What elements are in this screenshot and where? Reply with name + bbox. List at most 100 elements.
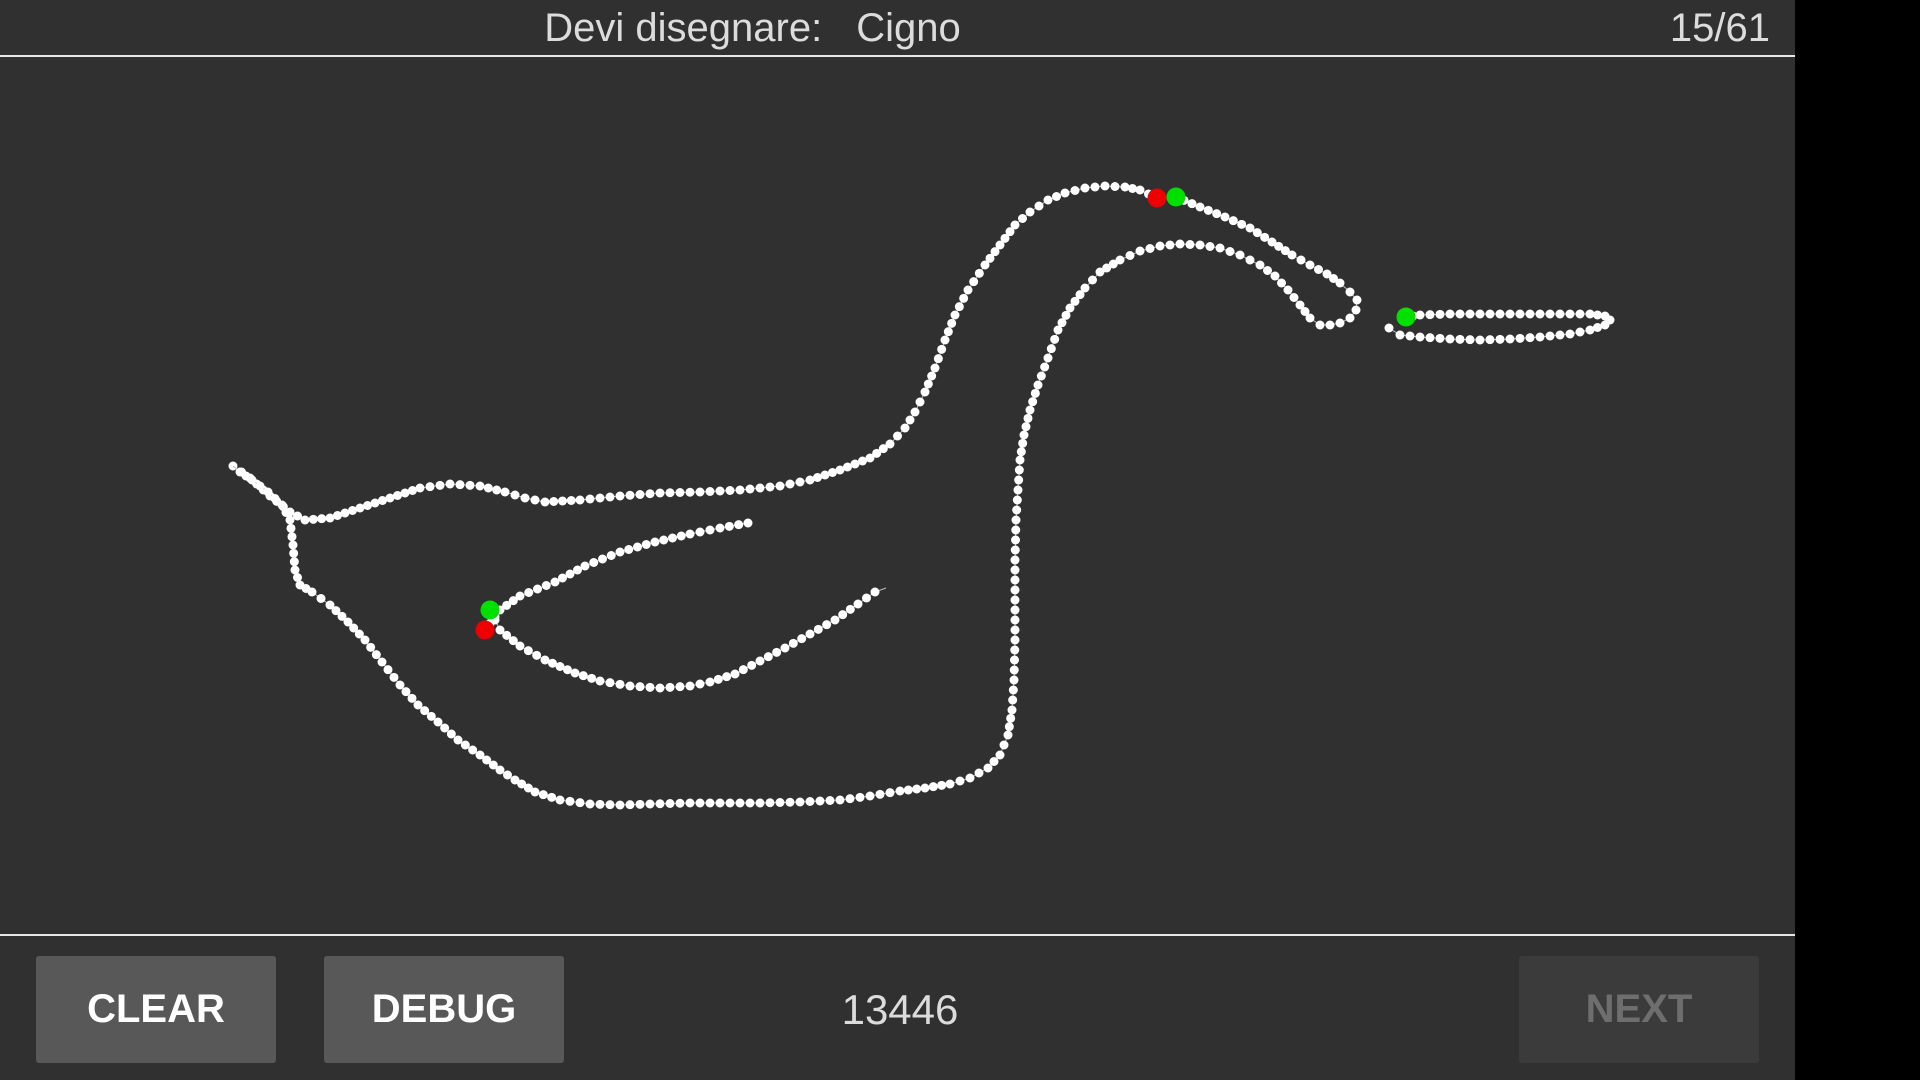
stroke-point xyxy=(775,798,785,807)
stroke-point xyxy=(795,477,805,487)
stroke-point xyxy=(1010,585,1020,595)
stroke-point xyxy=(492,485,502,495)
header-bar: Devi disegnare: Cigno 15/61 xyxy=(0,0,1795,57)
stroke-point xyxy=(853,599,863,609)
stroke-point xyxy=(377,657,387,667)
stroke-point xyxy=(1245,255,1255,265)
stroke-point xyxy=(366,642,376,652)
stroke-point xyxy=(585,494,595,504)
stroke-point xyxy=(893,431,902,441)
stroke-point xyxy=(1205,242,1215,251)
stroke-point xyxy=(289,557,299,567)
stroke-point xyxy=(555,795,565,805)
stroke-point xyxy=(1485,309,1495,319)
stroke-point xyxy=(765,482,775,492)
stroke-point xyxy=(1012,495,1022,505)
stroke-point xyxy=(641,540,651,549)
stroke-point xyxy=(788,638,798,648)
stroke-start-marker xyxy=(480,600,500,620)
stroke-point xyxy=(308,514,318,524)
stroke-point xyxy=(705,525,715,535)
stroke-point xyxy=(1010,615,1020,625)
stroke-end-marker xyxy=(1147,188,1167,208)
stroke-point xyxy=(570,668,580,678)
stroke-point xyxy=(1010,575,1020,585)
stroke-point xyxy=(1175,239,1185,249)
stroke-point xyxy=(524,588,534,597)
stroke-point xyxy=(549,497,559,506)
stroke-point xyxy=(724,521,734,531)
stroke-point xyxy=(715,798,725,808)
stroke-point xyxy=(289,548,299,558)
stroke-point xyxy=(1010,595,1020,605)
stroke-point xyxy=(835,795,845,805)
stroke-point xyxy=(685,798,695,808)
stroke-point xyxy=(290,565,300,575)
stroke-point xyxy=(943,327,953,337)
stroke-point xyxy=(1555,309,1565,319)
stroke-point xyxy=(523,646,533,656)
next-button[interactable]: NEXT xyxy=(1519,956,1759,1063)
stroke-point xyxy=(927,371,937,381)
stroke-point xyxy=(947,318,957,328)
stroke-point xyxy=(745,798,755,808)
stroke-point xyxy=(1335,278,1345,288)
stroke-point xyxy=(1010,605,1020,615)
stroke-point xyxy=(963,285,973,295)
stroke-point xyxy=(1545,309,1555,319)
stroke-point xyxy=(625,800,635,810)
stroke-point xyxy=(1295,300,1305,310)
stroke-point xyxy=(755,483,765,493)
stroke-point xyxy=(1046,344,1056,354)
stroke-point xyxy=(558,496,567,506)
drawing-canvas[interactable] xyxy=(0,57,1795,934)
stroke-point xyxy=(1088,275,1097,285)
stroke-point xyxy=(605,678,615,688)
stroke-point xyxy=(675,798,685,808)
stroke-point xyxy=(1565,309,1575,319)
stroke-point xyxy=(510,490,520,500)
stroke-point xyxy=(435,480,445,490)
stroke-point xyxy=(743,518,753,528)
stroke-point xyxy=(1195,202,1205,212)
stroke-point xyxy=(675,682,685,692)
stroke-point xyxy=(912,784,922,794)
stroke-point xyxy=(1040,362,1050,372)
debug-button[interactable]: DEBUG xyxy=(324,956,564,1063)
stroke-point xyxy=(515,641,525,651)
stroke-point xyxy=(1052,192,1061,201)
stroke-point xyxy=(1575,327,1585,337)
clear-button[interactable]: CLEAR xyxy=(36,956,276,1063)
stroke-point xyxy=(1195,240,1205,250)
stroke-point xyxy=(595,676,605,686)
stroke-point xyxy=(655,488,665,498)
stroke-point xyxy=(615,679,625,689)
stroke-point xyxy=(395,680,405,690)
stroke-point xyxy=(1145,244,1155,253)
stroke-point xyxy=(500,487,510,497)
stroke-point xyxy=(1070,186,1080,195)
stroke-line xyxy=(232,196,1358,806)
stroke-point xyxy=(937,780,947,790)
stroke-point xyxy=(785,797,795,807)
drawing-svg[interactable] xyxy=(0,57,1795,934)
stroke-point xyxy=(905,415,915,425)
stroke-point xyxy=(959,293,969,303)
stroke-point xyxy=(606,551,616,560)
stroke-point xyxy=(1006,713,1016,723)
stroke-point xyxy=(455,480,465,490)
stroke-point xyxy=(945,779,955,789)
stroke-point xyxy=(822,620,832,630)
stroke-point xyxy=(1023,413,1033,423)
stroke-point xyxy=(389,672,399,682)
stroke-point xyxy=(930,363,940,373)
stroke-point xyxy=(530,495,540,505)
stroke-point xyxy=(1535,309,1545,319)
stroke-point xyxy=(1128,184,1137,193)
stroke-point xyxy=(1465,309,1475,319)
stroke-point xyxy=(1485,335,1495,345)
stroke-point xyxy=(550,577,560,587)
stroke-point xyxy=(578,671,588,681)
stroke-point xyxy=(1090,182,1100,192)
stroke-point xyxy=(1011,515,1021,525)
